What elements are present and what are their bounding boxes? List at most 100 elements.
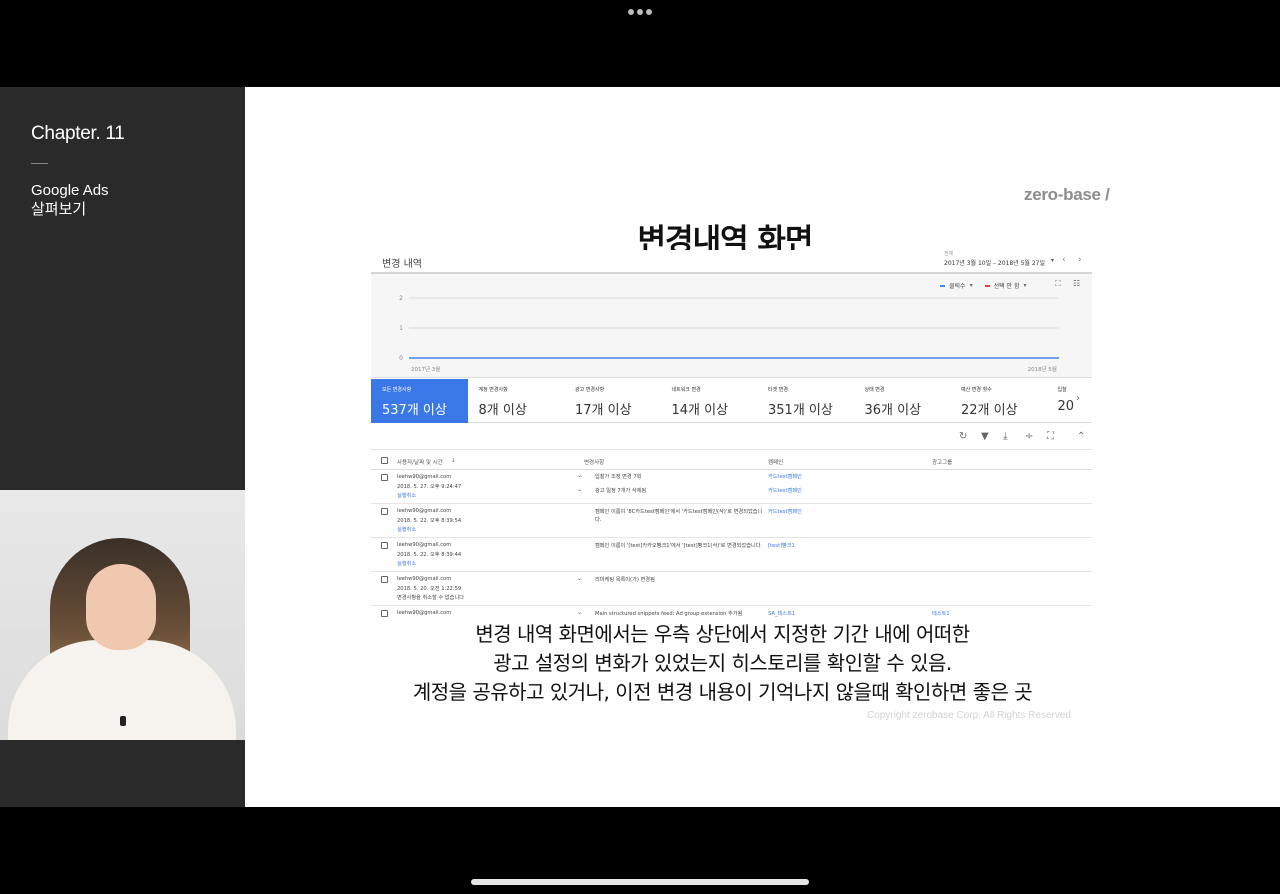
y-tick-label: 0 xyxy=(399,355,403,362)
chapter-label: Chapter. 11 xyxy=(31,123,125,144)
undo-link[interactable]: 실행취소 xyxy=(397,526,416,533)
refresh-icon[interactable]: ↻ xyxy=(959,431,967,442)
row-user-email: leehw90@gmail.com xyxy=(397,474,452,480)
fullscreen-icon[interactable]: ⛶ xyxy=(1055,279,1061,289)
collapse-icon[interactable]: ⌃ xyxy=(1077,431,1085,442)
caption-line-3: 계정을 공유하고 있거나, 이전 변경 내용이 기억나지 않을때 확인하면 좋은… xyxy=(412,680,1033,704)
row-user-email: leehw90@gmail.com xyxy=(397,508,452,514)
select-all-checkbox[interactable] xyxy=(381,457,388,464)
row-change-description: 입찰가 조정 변경 7회 xyxy=(595,474,642,480)
col-adgroup: 광고그룹 xyxy=(932,460,953,466)
chart-legend: 클릭수 ▾ 선택 안 함 ▾ xyxy=(940,281,1035,290)
change-type-tab[interactable]: 네트워크 변경 14개 이상 xyxy=(661,379,758,423)
home-indicator[interactable] xyxy=(471,879,809,885)
legend-dropdown-icon[interactable]: ▾ xyxy=(970,282,973,289)
table-toolbar: ↻ ▼ ⤓ ÷ ⛶ ⌃ xyxy=(371,424,1092,450)
expand-chevron-icon[interactable]: ⌄ xyxy=(577,609,582,616)
course-sidebar: Chapter. 11 Google Ads 살펴보기 xyxy=(0,87,245,807)
row-campaign-link[interactable]: [test]빵크1 xyxy=(768,542,795,549)
change-type-tabs: 모든 변경사항 537개 이상 계정 변경사항 8개 이상 광고 변경사항 17개 이상 네… xyxy=(371,379,1092,423)
table-header: 사용자/날짜 및 시간 ↓ 변경사항 캠페인 광고그룹 xyxy=(371,450,1092,470)
legend-label-1[interactable]: 클릭수 xyxy=(949,281,966,290)
row-checkbox[interactable] xyxy=(381,610,388,617)
download-icon[interactable]: ⤓ xyxy=(1003,431,1007,442)
tab-label: 예산 변경 횟수 xyxy=(961,387,992,393)
legend-swatch-1 xyxy=(940,284,945,287)
x-tick-label: 2018년 5월 xyxy=(1028,365,1057,373)
change-type-tab[interactable]: 타겟 변경 351개 이상 xyxy=(757,379,854,423)
row-campaign-link[interactable]: 카드test캠페인 xyxy=(768,473,802,480)
tab-label: 상태 변경 xyxy=(864,387,885,393)
next-range-icon[interactable]: › xyxy=(1078,255,1082,265)
y-tick-label: 2 xyxy=(399,295,403,302)
change-type-tab[interactable]: 광고 변경사항 17개 이상 xyxy=(564,379,661,423)
row-checkbox[interactable] xyxy=(381,508,388,515)
undo-link[interactable]: 실행취소 xyxy=(397,492,416,499)
date-range-dropdown-icon[interactable]: ▾ xyxy=(1051,257,1054,264)
tab-label: 계정 변경사항 xyxy=(478,387,508,393)
col-user[interactable]: 사용자/날짜 및 시간 xyxy=(397,458,443,466)
change-type-tab[interactable]: 상태 변경 36개 이상 xyxy=(854,379,951,423)
video-frame: Chapter. 11 Google Ads 살펴보기 zero-base / … xyxy=(0,0,1280,894)
row-timestamp: 2018. 5. 27. 오후 9:24:47 xyxy=(397,484,462,490)
clicks-chart: 0 1 2 2017년 3월 2018년 5월 클릭수 ▾ 선택 안 함 ▾ ⛶ ☷ xyxy=(371,274,1092,378)
change-type-tab[interactable]: 계정 변경사항 8개 이상 xyxy=(468,379,565,423)
tab-label: 모든 변경사항 xyxy=(382,387,412,393)
expand-icon[interactable]: ⛶ xyxy=(1047,431,1054,442)
tab-count: 351개 이상 xyxy=(768,403,833,418)
row-campaign-link[interactable]: 카드test캠페인 xyxy=(768,508,802,515)
row-timestamp: 2018. 5. 20. 오전 1:22:59 xyxy=(397,586,462,592)
row-user-email: leehw90@gmail.com xyxy=(397,576,452,582)
undo-link[interactable]: 실행취소 xyxy=(397,560,416,567)
row-change-description: 광고 일정 7개가 삭제됨 xyxy=(595,488,647,494)
row-user-email: leehw90@gmail.com xyxy=(397,610,452,616)
date-range-value[interactable]: 2017년 3월 10일 – 2018년 5월 27일 xyxy=(944,258,1045,267)
row-checkbox[interactable] xyxy=(381,542,388,549)
sort-icon[interactable]: ↓ xyxy=(451,458,456,464)
tab-count: 537개 이상 xyxy=(382,403,447,418)
prev-range-icon[interactable]: ‹ xyxy=(1062,255,1066,265)
row-adgroup-link[interactable]: 테스트1 xyxy=(932,610,950,617)
lecture-slide: zero-base / 변경내역 화면 변경 내역 전체 2017년 3월 10… xyxy=(245,87,1280,807)
expand-chevron-icon[interactable]: ⌄ xyxy=(577,472,582,479)
tab-label: 네트워크 변경 xyxy=(671,387,701,393)
tab-count: 22개 이상 xyxy=(961,403,1018,418)
legend-dropdown-icon[interactable]: ▾ xyxy=(1023,282,1026,289)
chart-settings-icon[interactable]: ☷ xyxy=(1073,279,1080,288)
course-title-line-1: Google Ads xyxy=(31,182,109,199)
row-change-description: 캠페인 이름이 '[test]카카오빵크1'에서 '[test]빵크1(삭)'로… xyxy=(595,543,763,549)
row-checkbox[interactable] xyxy=(381,576,388,583)
row-change-description: 캠페인 이름이 '8C카드test캠페인'에서 '카드test캠페인(삭)'로 … xyxy=(595,509,763,523)
legend-swatch-2 xyxy=(984,284,990,287)
course-title-line-2: 살펴보기 xyxy=(31,201,87,218)
change-type-tab[interactable]: 모든 변경사항 537개 이상 xyxy=(371,379,468,423)
table-row: leehw90@gmail.com 2018. 5. 22. 오후 8:39:54… xyxy=(371,504,1092,538)
col-campaign: 캠페인 xyxy=(768,460,784,466)
caption-line-1: 변경 내역 화면에서는 우측 상단에서 지정한 기간 내에 어떠한 xyxy=(475,622,970,646)
caption-line-2: 광고 설정의 변화가 있었는지 히스토리를 확인할 수 있음. xyxy=(493,651,952,675)
undo-unavailable-text: 변경사항을 취소할 수 없습니다 xyxy=(397,595,464,601)
tabs-next-icon[interactable]: › xyxy=(1076,393,1080,404)
row-campaign-link[interactable]: SA_테스트1 xyxy=(768,610,795,617)
tab-count: 14개 이상 xyxy=(671,403,729,418)
table-row: leehw90@gmail.com 2018. 5. 27. 오후 9:24:47… xyxy=(371,470,1092,504)
filter-icon[interactable]: ▼ xyxy=(981,431,989,442)
segment-icon[interactable]: ÷ xyxy=(1025,431,1033,442)
row-change-description: Main structured snippets feed: Ad group … xyxy=(595,611,743,617)
row-campaign-link[interactable]: 카드test캠페인 xyxy=(768,487,802,494)
row-user-email: leehw90@gmail.com xyxy=(397,542,452,548)
change-type-tab[interactable]: 예산 변경 횟수 22개 이상 xyxy=(950,379,1047,423)
tab-count: 8개 이상 xyxy=(478,403,527,418)
legend-label-2[interactable]: 선택 안 함 xyxy=(994,281,1020,290)
expand-chevron-icon[interactable]: ⌄ xyxy=(577,486,582,493)
tab-count: 36개 이상 xyxy=(864,403,922,418)
screenshot-header: 변경 내역 전체 2017년 3월 10일 – 2018년 5월 27일 ▾ ‹… xyxy=(371,250,1092,274)
col-change: 변경사항 xyxy=(584,460,605,466)
tab-count: 17개 이상 xyxy=(575,403,632,418)
change-type-tab[interactable]: 입찰 20 xyxy=(1047,379,1093,423)
expand-chevron-icon[interactable]: ⌄ xyxy=(577,575,582,582)
more-options-icon[interactable] xyxy=(628,9,652,15)
table-row: leehw90@gmail.com 2018. 5. 22. 오후 8:39:44… xyxy=(371,538,1092,572)
row-timestamp: 2018. 5. 22. 오후 8:39:54 xyxy=(397,518,462,524)
row-checkbox[interactable] xyxy=(381,474,388,481)
